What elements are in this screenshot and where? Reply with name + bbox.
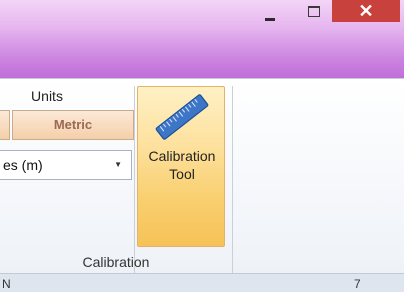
calibration-group-label: Calibration — [82, 254, 150, 270]
close-button[interactable]: ✕ — [332, 0, 400, 22]
status-bar: N 7 — [0, 273, 404, 292]
ribbon-separator — [134, 86, 135, 273]
chevron-down-icon: ▼ — [114, 160, 122, 169]
ruler-icon — [155, 94, 209, 140]
maximize-button[interactable] — [300, 0, 328, 28]
close-icon: ✕ — [358, 0, 374, 21]
units-dropdown[interactable]: es (m) ▼ — [0, 150, 132, 180]
calibration-tool-label-line1: Calibration — [148, 148, 216, 164]
units-option-metric[interactable]: Metric — [12, 110, 134, 140]
units-label: Units — [31, 88, 63, 104]
calibration-tool-label-line2: Tool — [169, 166, 195, 182]
units-option-imperial[interactable] — [0, 110, 10, 140]
status-left-text: N — [2, 277, 11, 291]
dropdown-value: es (m) — [3, 157, 43, 173]
group-separator — [232, 86, 233, 273]
maximize-icon — [308, 5, 320, 17]
calibration-tool-button[interactable]: Calibration Tool — [137, 86, 225, 247]
title-bar: ✕ — [0, 0, 404, 78]
minimize-button[interactable] — [252, 0, 288, 28]
minimize-icon — [265, 17, 275, 21]
status-right-text: 7 — [354, 277, 361, 291]
calibration-tool-label: Calibration Tool — [138, 147, 226, 183]
